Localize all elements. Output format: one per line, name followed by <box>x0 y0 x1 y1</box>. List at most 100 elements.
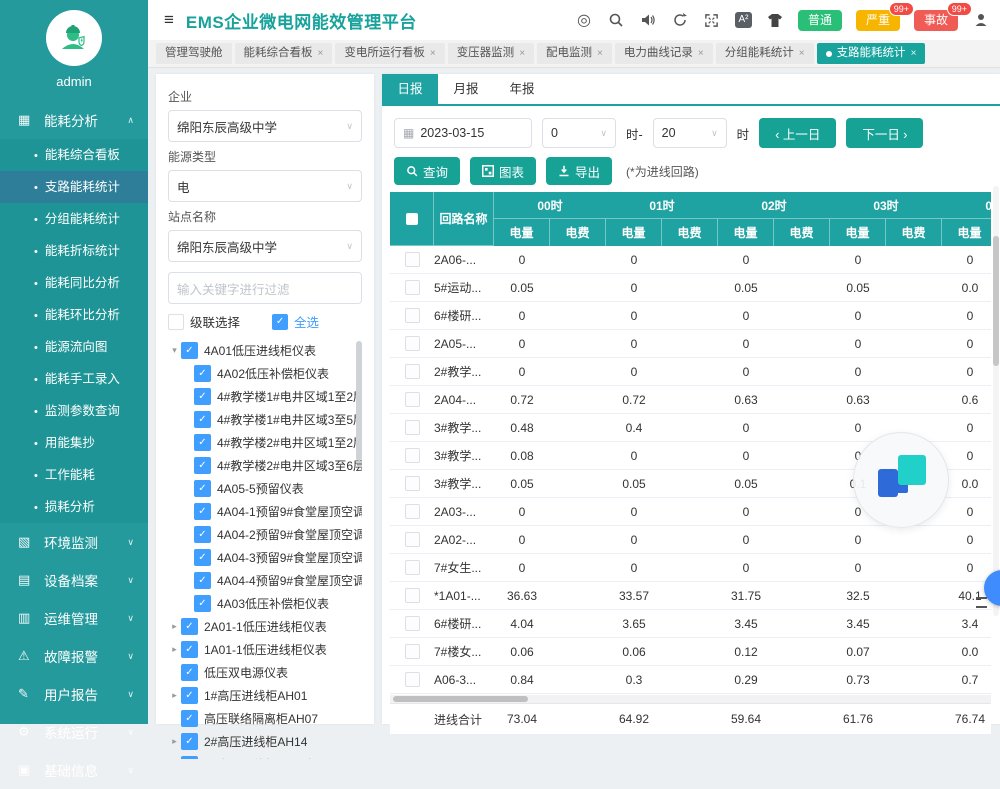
submenu-item[interactable]: 支路能耗统计 <box>0 171 148 203</box>
site-select[interactable]: 绵阳东辰高级中学∨ <box>168 230 362 262</box>
row-checkbox[interactable] <box>405 448 420 463</box>
menu-group-header[interactable]: ▥ 运维管理 ∨ <box>0 599 148 637</box>
close-icon[interactable]: × <box>911 43 917 64</box>
tree-row[interactable]: ✓ 4A04-3预留9#食堂屋顶空调机组仪表 <box>168 546 362 569</box>
horizontal-scrollbar[interactable] <box>390 695 991 703</box>
tree-checkbox[interactable]: ✓ <box>194 457 211 474</box>
row-checkbox[interactable] <box>405 560 420 575</box>
row-checkbox[interactable] <box>405 420 420 435</box>
fullscreen-icon[interactable] <box>703 11 721 29</box>
hamburger-icon[interactable]: ≡ <box>164 10 174 30</box>
row-checkbox[interactable] <box>405 504 420 519</box>
submenu-item[interactable]: 能耗环比分析 <box>0 299 148 331</box>
tree-row[interactable]: ▸ ✓ 2#高压进线柜AH14 <box>168 730 362 753</box>
tree-checkbox[interactable]: ✓ <box>194 365 211 382</box>
submenu-item[interactable]: 监测参数查询 <box>0 395 148 427</box>
row-checkbox[interactable] <box>405 588 420 603</box>
hour-to-select[interactable]: 20∨ <box>653 118 727 148</box>
chart-button[interactable]: 图表 <box>470 157 536 185</box>
page-tab[interactable]: 配电监测 × <box>537 43 612 64</box>
tree-expander-icon[interactable]: ▾ <box>168 345 181 356</box>
tree-row[interactable]: ▸ ✓ 1A01-1低压进线柜仪表 <box>168 638 362 661</box>
theme-icon[interactable] <box>766 11 784 29</box>
row-checkbox[interactable] <box>405 532 420 547</box>
submenu-item[interactable]: 能源流向图 <box>0 331 148 363</box>
page-tab[interactable]: 电力曲线记录 × <box>615 43 713 64</box>
tree-row[interactable]: ▾ ✓ 4A01低压进线柜仪表 <box>168 339 362 362</box>
tree-checkbox[interactable]: ✓ <box>194 572 211 589</box>
table-row[interactable]: 2A02-... 00000 <box>390 526 991 554</box>
row-checkbox[interactable] <box>405 336 420 351</box>
submenu-item[interactable]: 能耗同比分析 <box>0 267 148 299</box>
query-button[interactable]: 查询 <box>394 157 460 185</box>
page-tab[interactable]: 变电所运行看板 × <box>335 43 444 64</box>
vertical-scrollbar[interactable] <box>993 186 999 616</box>
record-icon[interactable]: ◎ <box>575 11 593 29</box>
menu-group-header[interactable]: ⚙ 系统运行 ∨ <box>0 713 148 751</box>
select-all-rows-checkbox[interactable] <box>406 213 418 225</box>
close-icon[interactable]: × <box>430 43 436 64</box>
close-icon[interactable]: × <box>597 43 603 64</box>
tree-expander-icon[interactable]: ▸ <box>168 690 181 701</box>
refresh-icon[interactable] <box>671 11 689 29</box>
tree-checkbox[interactable]: ✓ <box>181 641 198 658</box>
tree-row[interactable]: ✓ 4A04-1预留9#食堂屋顶空调机组仪表 <box>168 500 362 523</box>
row-checkbox[interactable] <box>405 476 420 491</box>
tree-checkbox[interactable]: ✓ <box>194 549 211 566</box>
table-row[interactable]: 2#教学... 00000 <box>390 358 991 386</box>
tree-checkbox[interactable]: ✓ <box>194 503 211 520</box>
tree-expander-icon[interactable]: ▸ <box>168 736 181 747</box>
menu-group-header[interactable]: ▦ 能耗分析 ∧ <box>0 101 148 139</box>
header-checkbox-cell[interactable] <box>390 192 434 246</box>
status-badge-normal[interactable]: 普通 <box>798 10 842 31</box>
tree-checkbox[interactable]: ✓ <box>181 342 198 359</box>
page-tab[interactable]: 支路能耗统计 × <box>817 43 926 64</box>
tree-expander-icon[interactable]: ▸ <box>168 644 181 655</box>
row-checkbox[interactable] <box>405 252 420 267</box>
translate-icon[interactable]: A² <box>735 12 752 28</box>
table-row[interactable]: 5#运动... 0.0500.050.050.0 <box>390 274 991 302</box>
tree-checkbox[interactable]: ✓ <box>194 526 211 543</box>
volume-icon[interactable] <box>639 11 657 29</box>
submenu-item[interactable]: 能耗手工录入 <box>0 363 148 395</box>
close-icon[interactable]: × <box>698 43 704 64</box>
submenu-item[interactable]: 损耗分析 <box>0 491 148 523</box>
row-checkbox[interactable] <box>405 672 420 687</box>
date-picker[interactable]: ▦ 2023-03-15 <box>394 118 532 148</box>
status-badge-severe[interactable]: 严重99+ <box>856 10 900 31</box>
close-icon[interactable]: × <box>519 43 525 64</box>
tree-checkbox[interactable]: ✓ <box>181 710 198 727</box>
tree-checkbox[interactable]: ✓ <box>181 687 198 704</box>
submenu-item[interactable]: 分组能耗统计 <box>0 203 148 235</box>
menu-group-header[interactable]: ▤ 设备档案 ∨ <box>0 561 148 599</box>
table-row[interactable]: A06-3... 0.840.30.290.730.7 <box>390 666 991 694</box>
export-button[interactable]: 导出 <box>546 157 612 185</box>
tree-row[interactable]: ✓ 4#教学楼1#电井区域1至2层动力仪表 <box>168 385 362 408</box>
page-tab[interactable]: 分组能耗统计 × <box>716 43 814 64</box>
table-row[interactable]: 2A05-... 00000 <box>390 330 991 358</box>
menu-group-header[interactable]: ✎ 用户报告 ∨ <box>0 675 148 713</box>
status-badge-accident[interactable]: 事故99+ <box>914 10 958 31</box>
vertical-scrollbar-thumb[interactable] <box>993 236 999 366</box>
keyword-filter-input[interactable]: 输入关键字进行过滤 <box>168 272 362 304</box>
table-row[interactable]: 7#女生... 00000 <box>390 554 991 582</box>
row-checkbox[interactable] <box>405 616 420 631</box>
tree-checkbox[interactable]: ✓ <box>181 618 198 635</box>
tree-checkbox[interactable]: ✓ <box>194 411 211 428</box>
horizontal-scrollbar-thumb[interactable] <box>393 696 528 702</box>
tree-row[interactable]: ✓ 4A02低压补偿柜仪表 <box>168 362 362 385</box>
submenu-item[interactable]: 能耗折标统计 <box>0 235 148 267</box>
tree-row[interactable]: ▸ ✓ 2A01-1低压进线柜仪表 <box>168 615 362 638</box>
menu-group-header[interactable]: ⚠ 故障报警 ∨ <box>0 637 148 675</box>
table-row[interactable]: 7#楼女... 0.060.060.120.070.0 <box>390 638 991 666</box>
tree-row[interactable]: ✓ 4A05-5预留仪表 <box>168 477 362 500</box>
row-checkbox[interactable] <box>405 392 420 407</box>
tree-checkbox[interactable]: ✓ <box>181 733 198 750</box>
cascade-checkbox[interactable] <box>168 314 184 330</box>
page-tab[interactable]: 变压器监测 × <box>448 43 534 64</box>
enterprise-select[interactable]: 绵阳东辰高级中学∨ <box>168 110 362 142</box>
tree-row[interactable]: ✓ 4#教学楼2#电井区域3至6层动力仪表 <box>168 454 362 477</box>
tree-row[interactable]: ✓ 4#教学楼2#电井区域1至2层动力仪表 <box>168 431 362 454</box>
close-icon[interactable]: × <box>318 43 324 64</box>
energy-type-select[interactable]: 电∨ <box>168 170 362 202</box>
